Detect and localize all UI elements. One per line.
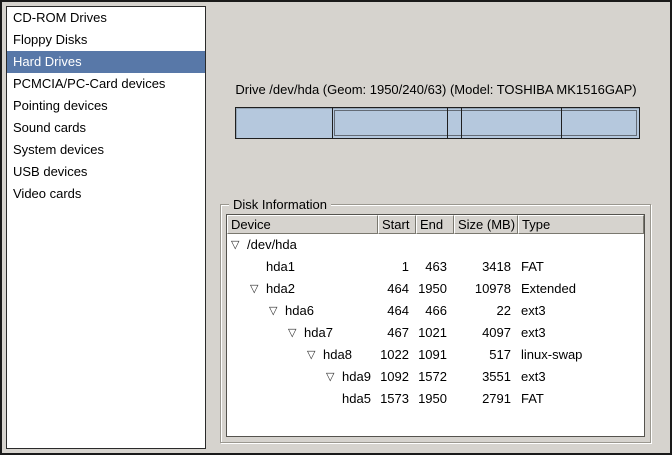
partition-divider xyxy=(461,108,462,138)
cell-size: 10978 xyxy=(454,278,518,300)
partition-table-header: DeviceStartEndSize (MB)Type xyxy=(227,215,644,234)
cell-device: ▽hda1 xyxy=(227,256,378,278)
cell-end: 1950 xyxy=(416,278,454,300)
cell-size: 4097 xyxy=(454,322,518,344)
cell-device: ▽hda7 xyxy=(227,322,378,344)
cell-device: ▽hda2 xyxy=(227,278,378,300)
hardware-browser-window: CD-ROM DrivesFloppy DisksHard DrivesPCMC… xyxy=(0,0,672,455)
expander-icon[interactable]: ▽ xyxy=(269,300,285,322)
cell-size: 3551 xyxy=(454,366,518,388)
cell-start: 464 xyxy=(378,300,416,322)
cell-start: 1092 xyxy=(378,366,416,388)
device-label: hda7 xyxy=(304,322,333,344)
expander-icon[interactable]: ▽ xyxy=(307,344,323,366)
device-label: /dev/hda xyxy=(247,234,297,256)
cell-start: 464 xyxy=(378,278,416,300)
cell-size: 2791 xyxy=(454,388,518,410)
cell-end: 463 xyxy=(416,256,454,278)
cell-type: ext3 xyxy=(518,322,644,344)
device-label: hda8 xyxy=(323,344,352,366)
sidebar-item-video-cards[interactable]: Video cards xyxy=(7,183,205,205)
expander-icon[interactable]: ▽ xyxy=(326,366,342,388)
column-header-device[interactable]: Device xyxy=(227,215,378,234)
cell-start: 1573 xyxy=(378,388,416,410)
device-label: hda1 xyxy=(266,256,295,278)
table-row-hda2[interactable]: ▽hda2464195010978Extended xyxy=(227,278,644,300)
extended-partition-outline xyxy=(334,110,637,136)
cell-size: 22 xyxy=(454,300,518,322)
table-row-hda7[interactable]: ▽hda746710214097ext3 xyxy=(227,322,644,344)
device-label: hda2 xyxy=(266,278,295,300)
column-header-end[interactable]: End xyxy=(416,215,454,234)
table-row-hda8[interactable]: ▽hda810221091517linux-swap xyxy=(227,344,644,366)
table-row-hda6[interactable]: ▽hda646446622ext3 xyxy=(227,300,644,322)
partition-divider xyxy=(561,108,562,138)
cell-device: ▽hda6 xyxy=(227,300,378,322)
cell-start: 1 xyxy=(378,256,416,278)
cell-type: ext3 xyxy=(518,366,644,388)
sidebar-item-system-devices[interactable]: System devices xyxy=(7,139,205,161)
column-header-start[interactable]: Start xyxy=(378,215,416,234)
cell-size: 517 xyxy=(454,344,518,366)
cell-device: ▽hda9 xyxy=(227,366,378,388)
cell-end: 1950 xyxy=(416,388,454,410)
expander-icon[interactable]: ▽ xyxy=(231,234,247,256)
partition-bar xyxy=(235,107,640,139)
partition-divider xyxy=(332,108,333,138)
cell-type: FAT xyxy=(518,388,644,410)
cell-end: 1572 xyxy=(416,366,454,388)
cell-start: 1022 xyxy=(378,344,416,366)
cell-type: Extended xyxy=(518,278,644,300)
column-header-size-mb[interactable]: Size (MB) xyxy=(454,215,518,234)
cell-type: linux-swap xyxy=(518,344,644,366)
partition-divider xyxy=(447,108,448,138)
cell-end: 1021 xyxy=(416,322,454,344)
table-row-hda5[interactable]: ▽hda5157319502791FAT xyxy=(227,388,644,410)
sidebar-item-sound-cards[interactable]: Sound cards xyxy=(7,117,205,139)
table-row-hda1[interactable]: ▽hda114633418FAT xyxy=(227,256,644,278)
expander-icon[interactable]: ▽ xyxy=(288,322,304,344)
expander-icon[interactable]: ▽ xyxy=(250,278,266,300)
sidebar-item-hard-drives[interactable]: Hard Drives xyxy=(7,51,205,73)
sidebar-item-pcmcia-pc-card-devices[interactable]: PCMCIA/PC-Card devices xyxy=(7,73,205,95)
cell-start: 467 xyxy=(378,322,416,344)
table-row-hda9[interactable]: ▽hda9109215723551ext3 xyxy=(227,366,644,388)
device-label: hda5 xyxy=(342,388,371,410)
partition-table: DeviceStartEndSize (MB)Type ▽/dev/hda▽hd… xyxy=(226,214,645,437)
cell-type: ext3 xyxy=(518,300,644,322)
cell-size: 3418 xyxy=(454,256,518,278)
sidebar-item-cd-rom-drives[interactable]: CD-ROM Drives xyxy=(7,7,205,29)
sidebar-item-usb-devices[interactable]: USB devices xyxy=(7,161,205,183)
device-label: hda9 xyxy=(342,366,371,388)
column-header-type[interactable]: Type xyxy=(518,215,644,234)
cell-type: FAT xyxy=(518,256,644,278)
device-category-list: CD-ROM DrivesFloppy DisksHard DrivesPCMC… xyxy=(6,6,206,449)
drive-title: Drive /dev/hda (Geom: 1950/240/63) (Mode… xyxy=(231,82,641,97)
partition-table-body: ▽/dev/hda▽hda114633418FAT▽hda24641950109… xyxy=(227,234,644,410)
cell-end: 1091 xyxy=(416,344,454,366)
disk-information-label: Disk Information xyxy=(229,197,331,212)
device-label: hda6 xyxy=(285,300,314,322)
table-row-dev-hda[interactable]: ▽/dev/hda xyxy=(227,234,644,256)
sidebar-item-pointing-devices[interactable]: Pointing devices xyxy=(7,95,205,117)
cell-end: 466 xyxy=(416,300,454,322)
cell-device: ▽/dev/hda xyxy=(227,234,378,256)
cell-device: ▽hda8 xyxy=(227,344,378,366)
disk-information-frame: Disk Information DeviceStartEndSize (MB)… xyxy=(220,204,651,443)
sidebar-item-floppy-disks[interactable]: Floppy Disks xyxy=(7,29,205,51)
cell-device: ▽hda5 xyxy=(227,388,378,410)
